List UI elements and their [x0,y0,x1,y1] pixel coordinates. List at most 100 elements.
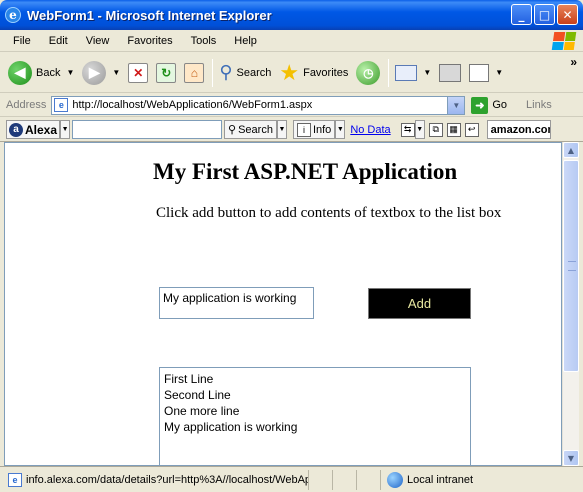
home-button[interactable]: ⌂ [184,62,205,83]
alexa-info-label: Info [312,123,332,136]
page-icon: e [54,98,69,112]
search-label: Search [236,66,272,79]
print-button[interactable] [439,63,462,82]
minimize-button[interactable]: _ [511,4,532,25]
alexa-info-dropdown[interactable]: ▼ [335,120,346,139]
no-data-link[interactable]: No Data [350,124,390,136]
history-toggle-icon[interactable]: ↩ [464,122,479,137]
forward-dropdown-icon[interactable]: ▼ [112,68,120,77]
home-icon: ⌂ [184,62,205,83]
stop-icon: ✕ [128,62,149,83]
edit-dropdown-icon[interactable]: ▼ [495,68,503,77]
items-listbox[interactable]: First Line Second Line One more line My … [159,367,471,465]
scrollbar-thumb[interactable] [563,160,579,372]
list-item[interactable]: First Line [164,371,466,387]
list-item[interactable]: My application is working [164,419,466,435]
add-button[interactable]: Add [368,288,471,319]
toolbar-separator [388,58,390,87]
links-button[interactable]: Links [526,99,552,111]
go-label: Go [492,99,508,111]
globe-icon [387,471,403,488]
forward-button[interactable]: ▶ ▼ [82,60,120,85]
vertical-scrollbar[interactable]: ▲ ▼ [562,142,579,466]
menu-edit[interactable]: Edit [40,35,77,47]
page-instruction: Click add button to add contents of text… [156,205,502,221]
menu-view[interactable]: View [77,35,119,47]
maximize-button[interactable]: □ [534,4,555,25]
favorites-label: Favorites [303,66,349,79]
close-icon: ✕ [562,7,573,22]
status-cell [356,469,380,490]
scroll-up-button[interactable]: ▲ [563,142,579,158]
window-title: WebForm1 - Microsoft Internet Explorer [27,7,272,23]
history-button[interactable]: ◷ [356,60,381,85]
stop-button[interactable]: ✕ [128,62,149,83]
forward-arrow-icon: ▶ [82,60,107,85]
status-cell [332,469,356,490]
alexa-search-dropdown[interactable]: ▼ [276,120,287,139]
mail-button[interactable]: ▼ [395,64,431,81]
list-item[interactable]: Second Line [164,387,466,403]
ie-icon: e [5,7,21,23]
maximize-icon: □ [538,7,551,22]
status-cell [308,469,332,490]
menu-favorites[interactable]: Favorites [118,35,181,47]
grip-icon [568,261,576,271]
address-url[interactable]: http://localhost/WebApplication6/WebForm… [72,99,312,111]
window-title-bar[interactable]: e WebForm1 - Microsoft Internet Explorer… [0,0,583,30]
page-icon: e [8,472,22,487]
menu-bar: File Edit View Favorites Tools Help [0,30,583,52]
history-icon: ◷ [356,60,381,85]
windows-logo-icon [551,32,577,50]
page-content: My First ASP.NET Application Click add b… [4,142,562,466]
mail-dropdown-icon[interactable]: ▼ [423,68,431,77]
toolbar-separator [212,58,214,87]
go-button[interactable]: ➜ Go [471,96,508,114]
back-dropdown-icon[interactable]: ▼ [66,68,74,77]
zone-label: Local intranet [407,473,474,486]
printer-icon [439,63,462,82]
standard-toolbar: ◀ Back ▼ ▶ ▼ ✕ ↻ ⌂ ⚲ Search ★ Favorites … [0,53,583,93]
search-icon: ⚲ [228,124,237,136]
alexa-icon: a [9,122,23,137]
related-links-icon[interactable]: ⇆ [400,122,415,137]
go-arrow-icon: ➜ [471,96,489,114]
edit-icon [469,63,490,82]
menu-tools[interactable]: Tools [182,35,226,47]
list-item[interactable]: One more line [164,403,466,419]
back-button[interactable]: ◀ Back ▼ [8,60,74,85]
info-icon: i [296,122,311,137]
status-text: info.alexa.com/data/details?url=http%3A/… [26,473,308,486]
favorites-button[interactable]: ★ Favorites [279,61,349,84]
menu-help[interactable]: Help [225,35,266,47]
copy-icon[interactable]: ⧉ [428,122,443,137]
alexa-search-label: Search [238,123,273,136]
scroll-down-button[interactable]: ▼ [563,450,579,466]
alexa-search-button[interactable]: ⚲ Search [224,120,277,139]
address-dropdown-button[interactable]: ▼ [447,96,465,114]
amazon-label: amazon.com [490,123,551,136]
refresh-icon: ↻ [156,62,177,83]
alexa-menu-dropdown[interactable]: ▼ [60,120,71,139]
content-textbox[interactable]: My application is working [159,287,314,319]
mail-icon [395,64,418,81]
close-button[interactable]: ✕ [557,4,578,25]
alexa-search-input[interactable] [72,120,223,139]
image-icon[interactable]: ▦ [446,122,461,137]
alexa-info-button[interactable]: i Info [292,120,336,139]
menu-file[interactable]: File [4,35,40,47]
toolbar-overflow-icon[interactable]: » [570,55,577,69]
alexa-logo-text: Alexa [25,122,58,137]
address-bar: Address e http://localhost/WebApplicatio… [0,94,583,204]
back-arrow-icon: ◀ [8,60,32,85]
alexa-logo-button[interactable]: a Alexa [6,120,61,139]
amazon-button[interactable]: amazon.com [486,120,551,139]
refresh-button[interactable]: ↻ [156,62,177,83]
page-title: My First ASP.NET Application [153,159,458,184]
address-input[interactable]: e http://localhost/WebApplication6/WebFo… [51,95,466,115]
related-links-dropdown[interactable]: ▼ [414,120,425,139]
security-zone: Local intranet [380,469,530,490]
edit-button[interactable]: ▼ [469,63,503,82]
search-button[interactable]: ⚲ Search [219,62,271,83]
chevron-down-icon: ▼ [567,453,575,463]
